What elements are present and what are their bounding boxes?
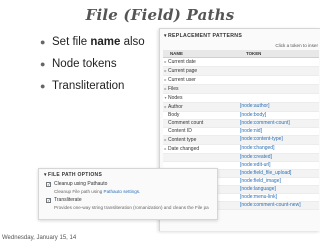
bullet-dot-icon: ● — [40, 59, 46, 69]
collapse-triangle-icon: ▼ — [163, 33, 168, 38]
token-value-link[interactable]: [node:language] — [239, 185, 319, 194]
token-table-row[interactable]: ▸ Current date — [163, 57, 319, 67]
bullet-dot-icon: ● — [40, 37, 46, 47]
column-header-token: TOKEN — [239, 50, 319, 58]
token-name-text: Files — [168, 85, 179, 92]
slide-title: File (Field) Paths — [85, 6, 235, 24]
insert-token-hint: Click a token to inser — [275, 43, 318, 48]
file-path-options-title: FILE PATH OPTIONS — [48, 172, 103, 178]
token-name-cell: Comment count — [163, 119, 239, 128]
bullet-bold-text: name — [90, 36, 121, 48]
transliterate-option[interactable]: ✓ Transliterate — [39, 196, 217, 204]
token-name-cell: Content ID — [163, 127, 239, 136]
token-name-cell: ▸ Current user — [163, 75, 239, 85]
token-value-link[interactable]: [node:created] — [239, 153, 319, 162]
token-table-row[interactable]: ▸ Author [node:author] — [163, 102, 319, 112]
cleanup-pathauto-description: Cleanup File path using Pathauto setting… — [39, 188, 217, 196]
bullet-item: ● Transliteration — [38, 79, 145, 101]
token-table-row[interactable]: [node:created] — [163, 153, 319, 162]
bullet-list: ● Set file name also ● Node tokens ● Tra… — [38, 35, 145, 101]
token-table-row[interactable]: Content ID [node:nid] — [163, 127, 319, 136]
token-name-text: Nodes — [168, 94, 183, 101]
token-value-link[interactable] — [239, 57, 319, 67]
file-path-options-toggle[interactable]: ▼ FILE PATH OPTIONS — [39, 169, 217, 180]
description-text: Cleanup File path using — [54, 189, 104, 194]
bullet-item: ● Set file name also — [38, 35, 145, 57]
token-name-cell: ▸ Author — [163, 102, 239, 112]
token-name-text: Author — [168, 103, 183, 110]
token-value-link[interactable]: [node:menu-link] — [239, 193, 319, 202]
replacement-patterns-title: REPLACEMENT PATTERNS — [168, 33, 243, 39]
token-value-link[interactable]: [node:field_image] — [239, 177, 319, 186]
collapse-triangle-icon: ▼ — [43, 172, 48, 177]
bullet-item: ● Node tokens — [38, 57, 145, 79]
token-table-row[interactable]: ▸ Current page — [163, 66, 319, 76]
pathauto-settings-link[interactable]: Pathauto settings — [104, 189, 140, 194]
token-table-row[interactable]: ▾ Nodes — [163, 93, 319, 103]
token-value-link[interactable] — [239, 84, 319, 94]
transliterate-description: Provides one-way string transliteration … — [39, 204, 217, 212]
column-header-name: NAME — [163, 50, 239, 58]
token-table-row[interactable]: Body [node:body] — [163, 111, 319, 120]
token-table-row[interactable]: Comment count [node:comment-count] — [163, 119, 319, 128]
cleanup-pathauto-option[interactable]: ✓ Cleanup using Pathauto — [39, 180, 217, 188]
token-table-row[interactable]: ▸ Content type [node:content-type] — [163, 135, 319, 145]
token-name-text: Content ID — [168, 127, 192, 134]
token-value-link[interactable]: [node:author] — [239, 102, 319, 112]
token-table-row[interactable]: ▸ Files — [163, 84, 319, 94]
bullet-text: also — [120, 36, 145, 48]
token-name-cell: ▾ Nodes — [163, 93, 239, 103]
token-value-link[interactable]: [node:field_file_upload] — [239, 169, 319, 178]
token-name-text: Body — [168, 111, 180, 118]
token-value-link[interactable] — [239, 66, 319, 76]
token-value-link[interactable]: [node:edit-url] — [239, 161, 319, 170]
token-value-link[interactable] — [239, 93, 319, 103]
token-name-cell: ▸ Content type — [163, 135, 239, 145]
token-value-link[interactable]: [node:nid] — [239, 127, 319, 136]
token-name-cell: ▸ Date changed — [163, 144, 239, 154]
cleanup-pathauto-checkbox[interactable]: ✓ — [46, 181, 51, 187]
token-name-text: Comment count — [168, 119, 204, 126]
token-name-text: Date changed — [168, 145, 200, 152]
token-name-text: Current date — [168, 58, 196, 65]
token-name-text: Content type — [168, 136, 197, 143]
token-name-text: Current user — [168, 76, 196, 83]
token-value-link[interactable]: [node:changed] — [239, 144, 319, 154]
transliterate-label: Transliterate — [54, 197, 82, 203]
token-table-header: NAME TOKEN — [163, 50, 319, 58]
token-name-text: Current page — [168, 67, 198, 74]
token-table-row[interactable]: ▸ Current user — [163, 75, 319, 85]
token-value-link[interactable]: [node:content-type] — [239, 135, 319, 145]
token-table-row[interactable]: ▸ Date changed [node:changed] — [163, 144, 319, 154]
replacement-patterns-toggle[interactable]: ▼ REPLACEMENT PATTERNS — [160, 29, 320, 42]
bullet-text: Set file — [52, 36, 91, 48]
token-name-cell: ▸ Files — [163, 84, 239, 94]
cleanup-pathauto-label: Cleanup using Pathauto — [54, 181, 108, 187]
token-name-cell: ▸ Current date — [163, 57, 239, 67]
bullet-text: Transliteration — [52, 80, 125, 92]
file-path-options-panel: ▼ FILE PATH OPTIONS ✓ Cleanup using Path… — [38, 168, 218, 220]
token-value-link[interactable]: [node:body] — [239, 111, 319, 120]
token-name-cell: ▸ Current page — [163, 66, 239, 76]
token-name-cell — [163, 153, 239, 162]
transliterate-checkbox[interactable]: ✓ — [46, 197, 51, 203]
token-value-link[interactable]: [node:comment-count] — [239, 119, 319, 128]
token-value-link[interactable]: [node:comment-count-new] — [239, 201, 319, 210]
footer-date: Wednesday, January 15, 14 — [2, 235, 77, 241]
bullet-text: Node tokens — [52, 58, 117, 70]
bullet-dot-icon: ● — [40, 81, 46, 91]
token-value-link[interactable] — [239, 75, 319, 85]
description-text: Provides one-way string transliteration … — [54, 205, 209, 210]
token-name-cell: Body — [163, 111, 239, 120]
description-text: . — [139, 189, 141, 194]
